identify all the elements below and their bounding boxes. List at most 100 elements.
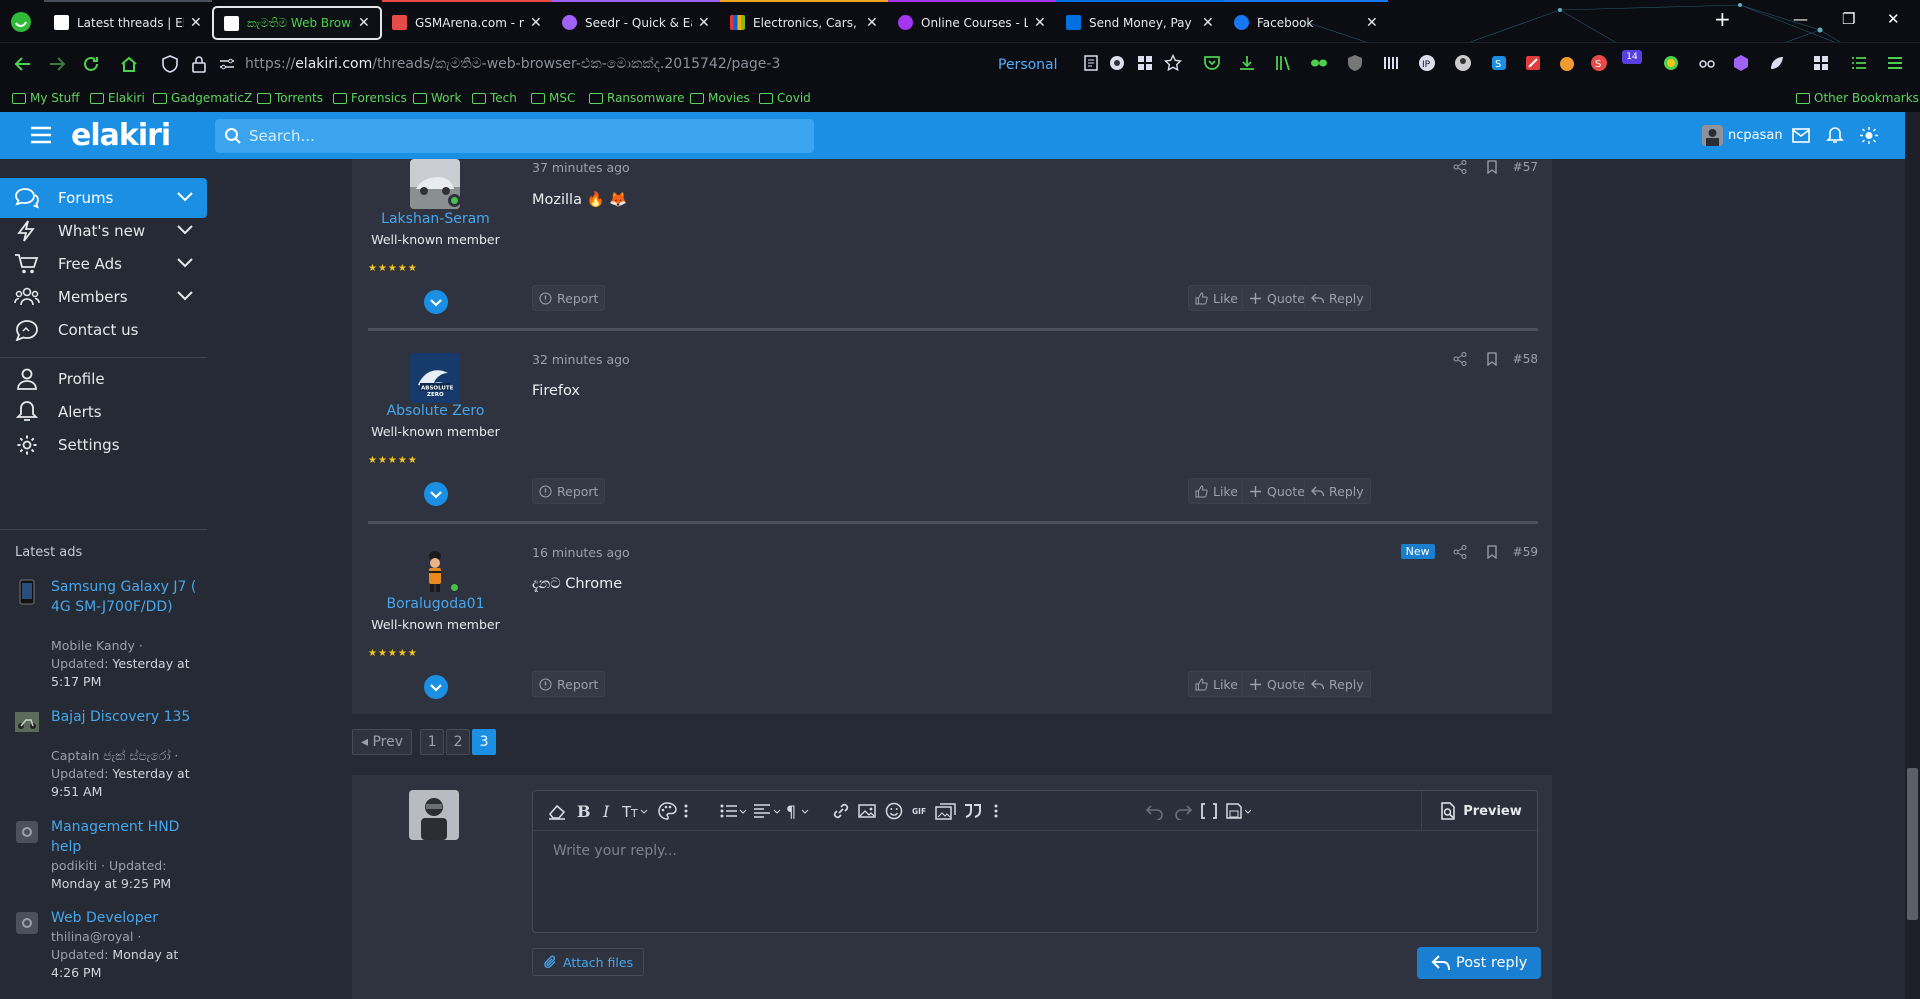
bookmark-folder[interactable]: Forensics xyxy=(333,91,407,105)
other-bookmarks-folder[interactable]: Other Bookmarks xyxy=(1796,91,1919,105)
bookmark-folder[interactable]: MSC xyxy=(531,91,575,105)
skype-extension-icon[interactable]: S xyxy=(1490,54,1508,72)
window-close-icon[interactable]: ✕ xyxy=(1887,10,1900,28)
bell-icon[interactable] xyxy=(1826,127,1844,144)
share-icon[interactable] xyxy=(1453,160,1467,174)
tab-facebook[interactable]: Facebook ✕ xyxy=(1224,0,1388,42)
smiley-icon[interactable] xyxy=(884,802,904,820)
bookmark-folder[interactable]: Ransomware xyxy=(589,91,685,105)
post-username[interactable]: Boralugoda01 xyxy=(368,596,503,612)
post-username[interactable]: Absolute Zero xyxy=(368,403,503,419)
page-2-link[interactable]: 2 xyxy=(446,729,471,755)
minimize-icon[interactable]: — xyxy=(1793,10,1808,28)
bbcode-icon[interactable] xyxy=(1199,802,1219,820)
sidebar-item-contact-us[interactable]: Contact us xyxy=(0,310,207,350)
scrollbar-thumb[interactable] xyxy=(1907,768,1918,920)
bookmark-folder[interactable]: My Stuff xyxy=(12,91,79,105)
avatar[interactable] xyxy=(409,790,459,840)
post-reply-button[interactable]: Post reply xyxy=(1417,947,1542,979)
bookmark-folder[interactable]: Covid xyxy=(759,91,811,105)
drafts-icon[interactable] xyxy=(1225,802,1253,820)
report-button[interactable]: Report xyxy=(532,478,606,504)
post-number[interactable]: #58 xyxy=(1513,352,1538,366)
grid-icon[interactable] xyxy=(1136,54,1154,72)
container-label[interactable]: Personal xyxy=(998,57,1058,73)
theme-toggle-icon[interactable] xyxy=(1860,127,1878,144)
media-icon[interactable] xyxy=(935,802,957,820)
mask-extension-icon[interactable] xyxy=(1310,54,1328,72)
palette-icon[interactable] xyxy=(657,802,677,820)
star-bookmark-icon[interactable] xyxy=(1164,54,1182,72)
more-vertical-icon[interactable] xyxy=(681,802,691,820)
reply-button[interactable]: Reply xyxy=(1304,285,1371,311)
ad-title[interactable]: Web Developer xyxy=(51,908,201,928)
expand-user-info-button[interactable] xyxy=(424,482,448,506)
close-icon[interactable]: ✕ xyxy=(358,15,370,31)
pocket-icon[interactable] xyxy=(1203,54,1221,72)
report-button[interactable]: Report xyxy=(532,285,606,311)
browser-app-icon[interactable] xyxy=(10,11,32,33)
post-timestamp[interactable]: 37 minutes ago xyxy=(532,160,630,175)
bookmark-folder[interactable]: Elakiri xyxy=(90,91,145,105)
forward-arrow-icon[interactable] xyxy=(48,55,66,73)
permissions-icon[interactable] xyxy=(218,55,236,73)
user-menu[interactable]: ncpasan xyxy=(1702,125,1783,146)
link-icon[interactable] xyxy=(831,802,851,820)
tab-latest-threads[interactable]: Latest threads | ElaKiri ✕ xyxy=(44,0,212,42)
chevron-down-icon[interactable] xyxy=(177,225,193,235)
reply-button[interactable]: Reply xyxy=(1304,478,1371,504)
tab-udemy[interactable]: Online Courses - Learn Anything ✕ xyxy=(888,0,1056,42)
site-logo[interactable]: elakiri xyxy=(71,118,171,153)
extension-badge[interactable]: 14 xyxy=(1622,50,1642,64)
close-icon[interactable]: ✕ xyxy=(190,15,202,31)
purple-extension-icon[interactable] xyxy=(1732,54,1750,72)
bookmark-folder[interactable]: Tech xyxy=(472,91,517,105)
address-bar[interactable]: https://elakiri.com/threads/කැමතිම-web-b… xyxy=(245,56,780,72)
chevron-down-icon[interactable] xyxy=(177,192,193,202)
paragraph-icon[interactable]: ¶ xyxy=(785,802,813,820)
gif-icon[interactable]: GIF xyxy=(911,802,931,820)
share-icon[interactable] xyxy=(1453,352,1467,366)
quote-button[interactable]: Quote xyxy=(1242,478,1313,504)
tab-web-browser-thread[interactable]: කැමතිම Web Browser එක මොකක්ද ✕ xyxy=(212,6,382,40)
back-arrow-icon[interactable] xyxy=(14,55,32,73)
extension-ghost-icon[interactable] xyxy=(1108,54,1126,72)
quote-button[interactable]: Quote xyxy=(1242,285,1313,311)
tab-ebay[interactable]: Electronics, Cars, Fashion, Collectibles… xyxy=(720,0,888,42)
preview-button[interactable]: Preview xyxy=(1421,791,1539,831)
extensions-puzzle-icon[interactable] xyxy=(1812,54,1830,72)
expand-user-info-button[interactable] xyxy=(424,675,448,699)
ad-title[interactable]: Samsung Galaxy J7 ( 4G SM-J700F/DD) xyxy=(51,577,201,617)
reload-icon[interactable] xyxy=(82,55,100,73)
ad-title[interactable]: Management HND help xyxy=(51,817,201,857)
hamburger-menu-icon[interactable] xyxy=(30,126,52,144)
rainbow-extension-icon[interactable] xyxy=(1662,54,1680,72)
close-icon[interactable]: ✕ xyxy=(1202,15,1214,31)
share-icon[interactable] xyxy=(1453,544,1467,559)
bookmark-icon[interactable] xyxy=(1485,544,1499,559)
expand-user-info-button[interactable] xyxy=(424,290,448,314)
close-icon[interactable]: ✕ xyxy=(866,15,878,31)
quote-button[interactable]: Quote xyxy=(1242,671,1313,697)
prev-page-button[interactable]: ◂ Prev xyxy=(352,729,413,755)
page-1-link[interactable]: 1 xyxy=(420,729,445,755)
image-icon[interactable] xyxy=(857,802,877,820)
ad-author[interactable]: Captain ජැක් ස්පැරෝ xyxy=(51,748,170,763)
download-icon[interactable] xyxy=(1238,54,1256,72)
eraser-icon[interactable] xyxy=(547,802,567,820)
reply-textarea[interactable]: Write your reply... xyxy=(553,843,677,859)
attach-files-button[interactable]: Attach files xyxy=(532,948,645,976)
bold-icon[interactable]: B xyxy=(573,802,593,820)
reply-button[interactable]: Reply xyxy=(1304,671,1371,697)
post-timestamp[interactable]: 32 minutes ago xyxy=(532,352,630,367)
reader-view-icon[interactable] xyxy=(1082,54,1100,72)
glasses-extension-icon[interactable] xyxy=(1698,54,1716,72)
avatar[interactable]: ABSOLUTE ZERO xyxy=(410,353,460,403)
report-button[interactable]: Report xyxy=(532,671,606,697)
quote-icon[interactable] xyxy=(963,802,983,820)
envelope-icon[interactable] xyxy=(1792,127,1810,144)
ad-title[interactable]: Bajaj Discovery 135 xyxy=(51,707,201,727)
post-timestamp[interactable]: 16 minutes ago xyxy=(532,545,630,560)
sidebar-item-settings[interactable]: Settings xyxy=(0,425,207,465)
search-input[interactable] xyxy=(249,119,799,153)
